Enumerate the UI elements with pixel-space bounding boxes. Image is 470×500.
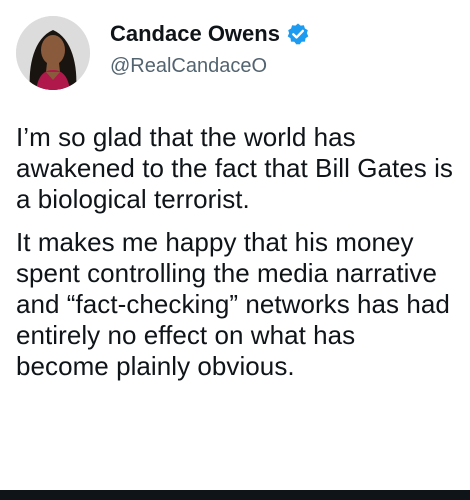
verified-badge-icon [286, 22, 310, 46]
avatar[interactable] [16, 16, 90, 90]
display-name[interactable]: Candace Owens [110, 20, 280, 48]
tweet-paragraph: It makes me happy that his money spent c… [16, 227, 450, 381]
tweet-paragraph: I’m so glad that the world has awakened … [16, 122, 453, 214]
profile-photo-icon [16, 16, 90, 90]
tweet-body: I’m so glad that the world has awakened … [16, 122, 454, 382]
tweet-card: Candace Owens @RealCandaceO I’m so glad … [0, 0, 470, 500]
author-info: Candace Owens @RealCandaceO [110, 20, 310, 80]
name-row: Candace Owens [110, 20, 310, 48]
bottom-edge-bar [0, 490, 470, 500]
tweet-header: Candace Owens @RealCandaceO [16, 14, 454, 92]
author-handle[interactable]: @RealCandaceO [110, 52, 310, 80]
